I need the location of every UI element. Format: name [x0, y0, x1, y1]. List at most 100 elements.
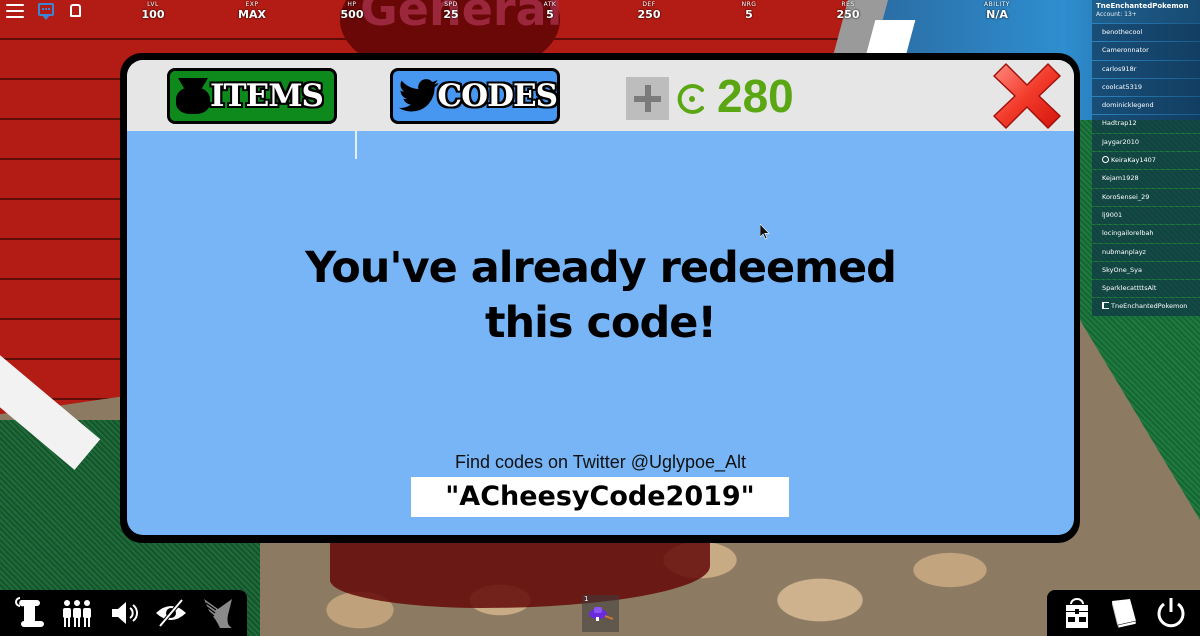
player-list-item[interactable]: Hadtrap12 — [1092, 115, 1200, 133]
message-line: this code! — [484, 298, 717, 348]
menu-icon[interactable] — [6, 4, 24, 19]
player-list-item[interactable]: nubmanplayz — [1092, 243, 1200, 261]
modal-panel: ITEMS CODES 280 You've already redeemed … — [127, 60, 1074, 535]
stat-label: LVL — [147, 1, 159, 8]
player-name: TneEnchantedPokemon — [1111, 302, 1188, 311]
add-currency-button[interactable] — [626, 77, 669, 120]
player-list-item[interactable]: TneEnchantedPokemon — [1092, 298, 1200, 316]
stat-label: ATK — [543, 1, 557, 8]
player-name: dominicklegend — [1102, 101, 1154, 110]
stat-def: DEF 250 — [638, 1, 661, 22]
player-name: coolcat5319 — [1102, 82, 1142, 91]
modal-header: ITEMS CODES 280 — [127, 60, 1074, 131]
player-list-item[interactable]: coolcat5319 — [1092, 78, 1200, 97]
stat-ability: ABILITY N/A — [984, 1, 1010, 22]
player-name: SparklecattttsAlt — [1102, 284, 1157, 293]
stat-res: RES 250 — [837, 1, 860, 22]
player-list-item[interactable]: Cameronnator — [1092, 42, 1200, 60]
tab-items[interactable]: ITEMS — [167, 68, 337, 124]
redeem-status-message: You've already redeemed this code! — [127, 241, 1074, 351]
player-list-item[interactable]: Jaygar2010 — [1092, 133, 1200, 152]
hide-eye-icon[interactable] — [153, 595, 189, 631]
player-list-item[interactable]: carlos918r — [1092, 60, 1200, 78]
wing-icon[interactable] — [200, 595, 236, 631]
hotbar-slot[interactable]: 1 — [582, 595, 619, 632]
backpack-icon[interactable] — [1059, 595, 1095, 631]
account-age: Account: 13+ — [1096, 11, 1137, 18]
volume-icon[interactable] — [106, 595, 142, 631]
player-name: KeiraKay1407 — [1111, 156, 1156, 165]
currency-amount: 280 — [717, 70, 794, 122]
player-name: lj9001 — [1102, 210, 1123, 219]
stat-value: 500 — [340, 8, 364, 21]
stat-spd: SPD 25 — [443, 1, 458, 22]
coin-icon — [677, 84, 704, 114]
self-icon — [1102, 302, 1109, 310]
player-name: carlos918r — [1102, 64, 1137, 73]
text-caret — [355, 131, 357, 159]
party-icon[interactable] — [59, 595, 95, 631]
player-list-item[interactable]: Kejam1928 — [1092, 170, 1200, 188]
chat-icon[interactable] — [38, 3, 54, 20]
player-name: locingailorelbah — [1102, 229, 1154, 238]
scroll-icon[interactable] — [12, 595, 48, 631]
stat-hp: HP 500 — [341, 1, 364, 22]
stat-value: 25 — [443, 8, 459, 21]
backpack-icon[interactable] — [70, 4, 81, 17]
pot-icon — [176, 78, 210, 114]
hat-item-icon — [589, 607, 614, 621]
player-list-header[interactable]: TneEnchantedPokemon Account: 13+ — [1092, 0, 1200, 23]
top-hud: LVL 100 EXP MAX HP 500 SPD 25 ATK 5 DEF … — [0, 0, 1200, 24]
stat-label: NRG — [741, 1, 757, 8]
stat-exp: EXP MAX — [238, 1, 266, 22]
bottom-left-toolbar — [0, 590, 247, 636]
stat-label: DEF — [642, 1, 656, 8]
message-line: You've already redeemed — [305, 243, 897, 293]
slot-number: 1 — [584, 595, 589, 603]
player-name: KoroSensei_29 — [1102, 192, 1150, 201]
player-name: Hadtrap12 — [1102, 119, 1137, 128]
player-name: Kejam1928 — [1102, 174, 1139, 183]
player-name: Jaygar2010 — [1102, 137, 1140, 146]
book-icon[interactable] — [1106, 595, 1142, 631]
stat-label: RES — [841, 1, 855, 8]
codes-modal: ITEMS CODES 280 You've already redeemed … — [120, 53, 1080, 543]
player-name: benothecool — [1102, 28, 1143, 36]
player-list-item[interactable]: benothecool — [1092, 24, 1200, 42]
stat-label: EXP — [245, 1, 259, 8]
player-name: Cameronnator — [1102, 46, 1149, 55]
power-icon[interactable] — [1153, 595, 1189, 631]
player-list-item[interactable]: SkyOne_Sya — [1092, 261, 1200, 280]
tab-codes[interactable]: CODES — [390, 68, 560, 124]
stat-lvl: LVL 100 — [142, 1, 165, 22]
stat-label: HP — [347, 1, 357, 8]
player-list-item[interactable]: SparklecattttsAlt — [1092, 280, 1200, 298]
stat-value: 5 — [546, 8, 554, 21]
close-button[interactable] — [992, 62, 1062, 130]
player-name: SkyOne_Sya — [1102, 265, 1142, 274]
stat-value: N/A — [986, 8, 1008, 21]
bottom-right-toolbar — [1047, 590, 1200, 636]
stat-value: 100 — [141, 8, 165, 21]
twitter-bird-icon — [399, 79, 439, 112]
player-list-item[interactable]: KoroSensei_29 — [1092, 188, 1200, 206]
mouse-cursor-icon — [760, 224, 770, 240]
stat-value: MAX — [238, 8, 266, 21]
stat-label: ABILITY — [984, 1, 1010, 8]
player-list-item[interactable]: lj9001 — [1092, 206, 1200, 225]
player-list: TneEnchantedPokemon Account: 13+ benothe… — [1092, 0, 1200, 316]
local-player-name: TneEnchantedPokemon — [1096, 2, 1189, 10]
player-list-item[interactable]: locingailorelbah — [1092, 225, 1200, 243]
stat-value: 250 — [637, 8, 661, 21]
twitter-hint: Find codes on Twitter @Uglypoe_Alt — [454, 452, 747, 472]
friend-icon — [1102, 156, 1109, 164]
player-list-item[interactable]: dominicklegend — [1092, 97, 1200, 115]
stat-atk: ATK 5 — [544, 1, 557, 22]
code-input[interactable]: "ACheesyCode2019" — [411, 477, 789, 517]
stat-nrg: NRG 5 — [742, 1, 757, 22]
stat-label: SPD — [444, 1, 458, 8]
player-list-item[interactable]: KeiraKay1407 — [1092, 152, 1200, 170]
close-icon — [993, 63, 1061, 129]
stat-value: 250 — [836, 8, 860, 21]
tab-label: CODES — [437, 78, 558, 114]
